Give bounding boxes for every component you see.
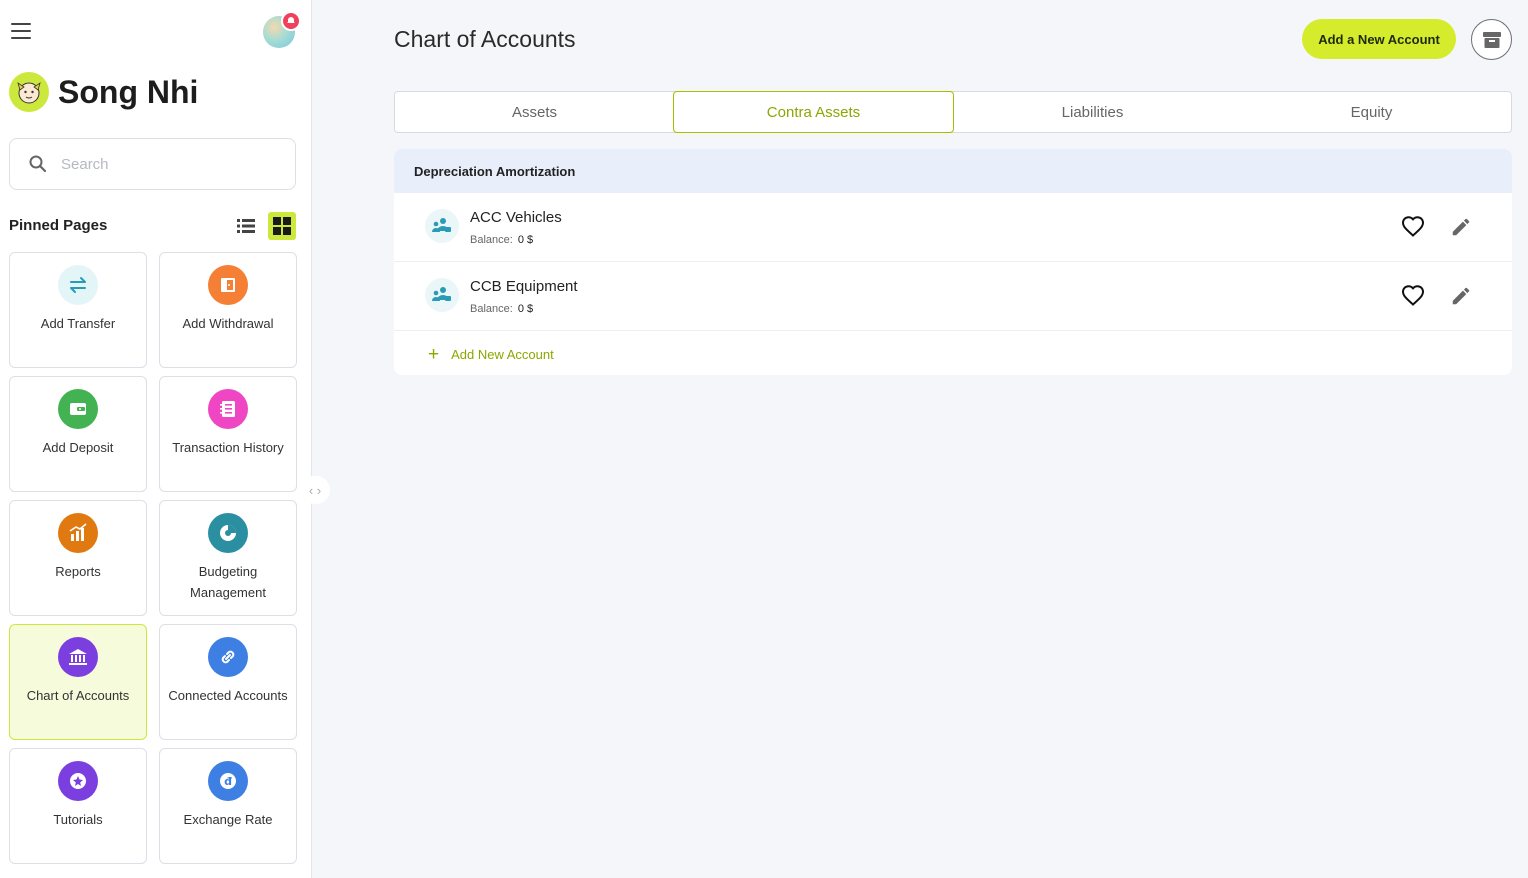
heart-icon[interactable] [1401, 215, 1425, 239]
account-type-tabs: Assets Contra Assets Liabilities Equity [394, 91, 1512, 133]
tab-liabilities[interactable]: Liabilities [953, 92, 1232, 132]
heart-icon[interactable] [1401, 284, 1425, 308]
tab-contra-assets[interactable]: Contra Assets [673, 91, 954, 133]
tile-label: Tutorials [53, 812, 103, 827]
archive-icon [1482, 31, 1501, 48]
tile-add-withdrawal[interactable]: Add Withdrawal [159, 252, 297, 368]
user-name: Song Nhi [58, 73, 199, 110]
search-icon [29, 155, 47, 173]
group-title: Depreciation Amortization [394, 149, 1512, 193]
wallet-icon [58, 389, 98, 429]
tile-exchange-rate[interactable]: đ Exchange Rate [159, 748, 297, 864]
tile-label: Exchange Rate [183, 812, 273, 827]
transfer-icon [58, 265, 98, 305]
tile-reports[interactable]: Reports [9, 500, 147, 616]
tab-equity[interactable]: Equity [1232, 92, 1511, 132]
tile-connected-accounts[interactable]: Connected Accounts [159, 624, 297, 740]
bell-icon [281, 11, 301, 31]
tile-label: Transaction History [172, 440, 284, 455]
page-title: Chart of Accounts [394, 26, 576, 52]
account-icon [425, 278, 459, 312]
tab-assets[interactable]: Assets [395, 92, 674, 132]
account-group-card: Depreciation Amortization ACC Vehicles B… [394, 149, 1512, 375]
tile-label: Reports [55, 564, 101, 579]
currency-icon: đ [208, 761, 248, 801]
withdrawal-icon [208, 265, 248, 305]
link-icon [208, 637, 248, 677]
history-icon [208, 389, 248, 429]
add-new-account-button[interactable]: Add a New Account [1302, 19, 1456, 59]
menu-icon[interactable] [11, 23, 31, 41]
account-name: CCB Equipment [470, 278, 578, 295]
reports-icon [58, 513, 98, 553]
add-new-account-link[interactable]: + Add New Account [428, 345, 554, 364]
star-icon [58, 761, 98, 801]
list-view-icon[interactable] [234, 214, 258, 238]
grid-view-icon[interactable] [268, 212, 296, 240]
tile-add-deposit[interactable]: Add Deposit [9, 376, 147, 492]
tile-label: Chart of Accounts [26, 688, 130, 703]
account-balance: Balance: 0 $ [470, 234, 534, 246]
edit-icon[interactable] [1450, 216, 1472, 238]
tile-label: Add Transfer [40, 316, 116, 331]
svg-text:đ: đ [224, 775, 232, 788]
sidebar: Song Nhi Pinned Pages Add Transfer Add W… [0, 0, 312, 878]
account-balance: Balance: 0 $ [470, 303, 534, 315]
archive-button[interactable] [1471, 19, 1512, 60]
tile-tutorials[interactable]: Tutorials [9, 748, 147, 864]
chevron-left-icon: ‹ [308, 482, 314, 498]
add-new-account-label: Add New Account [451, 347, 554, 362]
account-row[interactable]: ACC Vehicles Balance: 0 $ [394, 193, 1512, 262]
bank-icon [58, 637, 98, 677]
tile-add-transfer[interactable]: Add Transfer [9, 252, 147, 368]
profile: Song Nhi [9, 72, 198, 112]
tile-label: Add Withdrawal [182, 316, 274, 331]
account-row[interactable]: CCB Equipment Balance: 0 $ [394, 262, 1512, 331]
sidebar-collapse-handle[interactable]: ‹ › [300, 476, 330, 504]
notifications-button[interactable] [263, 11, 301, 48]
tile-label: Add Deposit [42, 440, 114, 455]
plus-icon: + [428, 344, 440, 365]
search-input[interactable] [61, 155, 281, 173]
search-box[interactable] [9, 138, 296, 190]
edit-icon[interactable] [1450, 285, 1472, 307]
tile-transaction-history[interactable]: Transaction History [159, 376, 297, 492]
pinned-pages-title: Pinned Pages [9, 217, 108, 234]
tile-label: Budgeting Management [190, 564, 266, 600]
tile-budgeting-management[interactable]: Budgeting Management [159, 500, 297, 616]
account-icon [425, 209, 459, 243]
budget-icon [208, 513, 248, 553]
chevron-right-icon: › [316, 482, 322, 498]
tile-chart-of-accounts[interactable]: Chart of Accounts [9, 624, 147, 740]
tile-label: Connected Accounts [168, 688, 288, 703]
avatar[interactable] [9, 72, 49, 112]
account-name: ACC Vehicles [470, 209, 562, 226]
